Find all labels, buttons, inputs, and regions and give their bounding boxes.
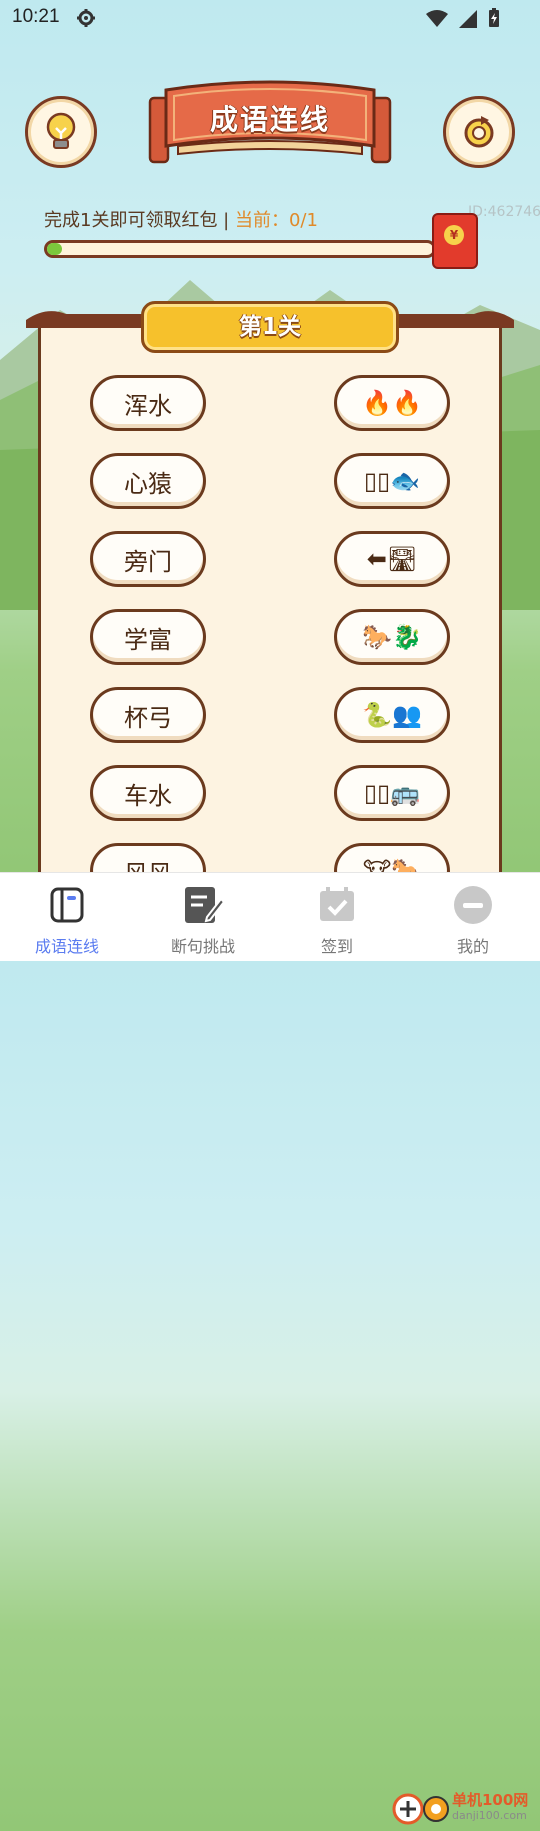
nav-label: 成语连线 [34,937,99,956]
page-title: 成语连线 [209,103,330,136]
bottom-nav: 成语连线 断句挑战 签到 我的 单机100网 danji100.com [0,872,540,1825]
user-id-text: ID:462746 [468,204,540,220]
nav-label: 我的 [456,937,489,956]
nav-label: 签到 [320,937,353,956]
emoji-clue-pill-1[interactable]: 🔥🔥 [334,375,450,431]
emoji-clue-pill-2[interactable]: ▯▯🐟 [334,453,450,509]
edit-note-icon [185,887,223,923]
watermark-logo-icon [392,1793,449,1825]
emoji-clue-pill-6[interactable]: ▯▯🚌 [334,765,450,821]
idiom-word-pill-4[interactable]: 学富 [90,609,206,665]
progress-current-prefix: 当前： [234,210,289,231]
idiom-word-pill-3[interactable]: 旁门 [90,531,206,587]
watermark-text: 单机100网 [452,1791,529,1809]
lightbulb-icon [46,112,76,149]
nav-label: 断句挑战 [170,937,235,956]
status-time: 10:21 [12,6,60,27]
site-watermark: 单机100网 danji100.com [388,1783,540,1831]
gear-icon [77,9,95,27]
progress-label: 完成1关即可领取红包 | 当前：0/1 [44,206,318,232]
redpacket-coin-icon: ¥ [444,225,464,245]
progress-goal-text: 完成1关即可领取红包 [44,210,218,231]
idiom-word-pill-2[interactable]: 心猿 [90,453,206,509]
watermark-url: danji100.com [452,1809,527,1822]
emoji-clue-pill-4[interactable]: 🐎🐉 [334,609,450,665]
nav-idiom-link[interactable]: 成语连线 [12,883,122,957]
progress-current-value: 0/1 [288,210,318,231]
signal-icon [458,10,477,28]
emoji-clue-pill-5[interactable]: 🐍👥 [334,687,450,743]
idiom-word-pill-6[interactable]: 车水 [90,765,206,821]
progress-fill [47,243,63,255]
nav-sentence-challenge[interactable]: 断句挑战 [148,883,258,957]
profile-icon [454,886,492,924]
title-banner: 成语连线 [148,80,392,180]
calendar-check-icon [320,887,354,921]
status-bar: 10:21 [0,0,540,36]
nav-mine[interactable]: 我的 [418,883,528,957]
refresh-button[interactable] [443,96,515,168]
hint-button[interactable] [25,96,97,168]
book-icon [50,887,84,923]
idiom-word-pill-1[interactable]: 浑水 [90,375,206,431]
redpacket-button[interactable]: ¥ [432,213,478,269]
idiom-word-pill-5[interactable]: 杯弓 [90,687,206,743]
wifi-icon [425,10,448,27]
progress-bar [44,240,436,258]
battery-icon [489,8,499,27]
level-title: 第1关 [141,301,399,353]
nav-checkin[interactable]: 签到 [282,883,392,957]
emoji-clue-pill-3[interactable]: ⬅🛣 [334,531,450,587]
refresh-icon [464,116,494,148]
progress-separator: | [217,210,235,231]
